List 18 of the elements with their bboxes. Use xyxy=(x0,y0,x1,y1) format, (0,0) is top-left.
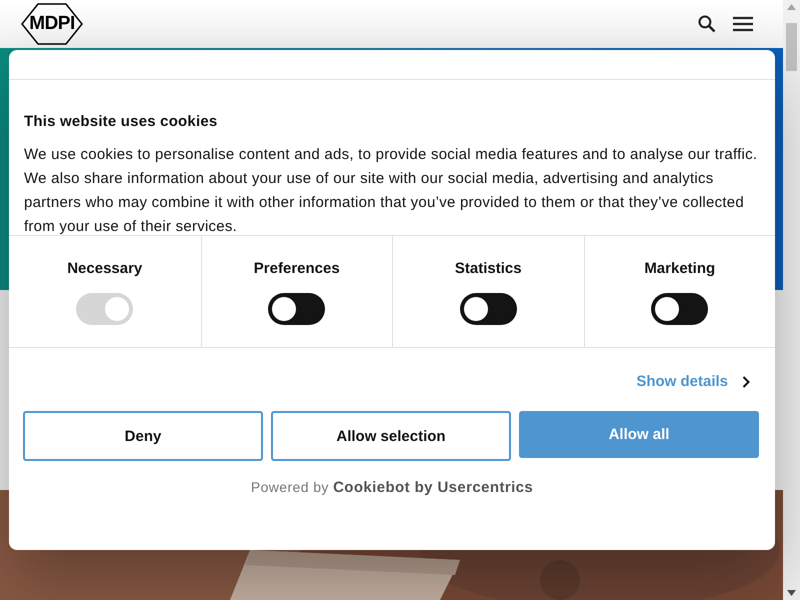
toggle-switch[interactable] xyxy=(268,293,326,325)
toggle-switch[interactable] xyxy=(460,293,517,325)
dialog-title: This website uses cookies xyxy=(24,113,218,130)
scrollbar-thumb[interactable] xyxy=(786,23,797,71)
dialog-text: We use cookies to personalise content and ads, to provide social media features and to analyse our traffic. We also share information about your use of our site with our social media, advertising and analytics partners who may combine it with other information that you’ve provided to them or that they’ve collected from your use of their services. xyxy=(24,145,758,237)
search-icon[interactable] xyxy=(697,14,717,34)
dialog-button[interactable]: Deny xyxy=(23,411,263,461)
menu-icon[interactable] xyxy=(733,16,753,32)
category-label: Statistics xyxy=(454,260,522,277)
category-label: Preferences xyxy=(254,260,340,277)
toggle-switch[interactable] xyxy=(651,293,708,325)
hexagon-icon xyxy=(20,2,84,46)
category-label: Necessary xyxy=(67,260,142,277)
powered-by-text: Powered by Cookiebot by Usercentrics xyxy=(250,479,534,495)
scroll-down-icon[interactable] xyxy=(787,590,796,596)
chevron-right-icon[interactable] xyxy=(742,376,750,388)
category-label: Marketing xyxy=(644,260,716,277)
dialog-button[interactable]: Allow selection xyxy=(271,411,511,461)
